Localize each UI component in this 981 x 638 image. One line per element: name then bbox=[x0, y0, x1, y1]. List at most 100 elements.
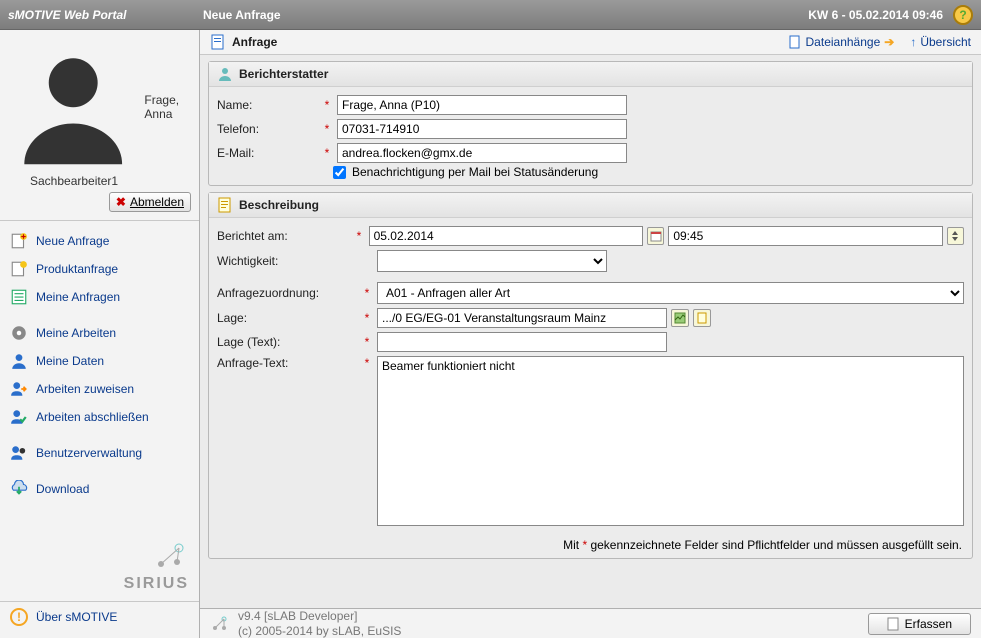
nav-label: Meine Anfragen bbox=[36, 290, 120, 304]
notify-checkbox[interactable] bbox=[333, 166, 346, 179]
email-input[interactable] bbox=[337, 143, 627, 163]
logout-button[interactable]: ✖ Abmelden bbox=[109, 192, 191, 212]
my-requests-icon bbox=[10, 288, 28, 306]
location-input[interactable] bbox=[377, 308, 667, 328]
required-marker: * bbox=[361, 356, 373, 370]
download-icon bbox=[10, 480, 28, 498]
description-panel: Beschreibung Berichtet am: * bbox=[208, 192, 973, 559]
sidebar: Frage, Anna Sachbearbeiter1 ✖ Abmelden N… bbox=[0, 30, 200, 638]
location-label: Lage: bbox=[217, 311, 357, 325]
name-label: Name: bbox=[217, 98, 317, 112]
nav: Neue Anfrage Produktanfrage Meine Anfrag… bbox=[0, 221, 199, 509]
overview-button[interactable]: ↑ Übersicht bbox=[910, 35, 971, 49]
nav-label: Benutzerverwaltung bbox=[36, 446, 142, 460]
description-title: Beschreibung bbox=[239, 198, 319, 212]
nav-label: Download bbox=[36, 482, 89, 496]
assignment-select[interactable]: A01 - Anfragen aller Art bbox=[377, 282, 964, 304]
toolbar: Anfrage Dateianhänge ➔ ↑ Übersicht bbox=[200, 30, 981, 55]
submit-label: Erfassen bbox=[905, 617, 952, 631]
arrow-right-icon: ➔ bbox=[884, 35, 894, 49]
required-marker: * bbox=[361, 335, 373, 349]
location-text-label: Lage (Text): bbox=[217, 335, 357, 349]
portal-name: sMOTIVE Web Portal bbox=[8, 8, 203, 22]
sidebar-item-meine-daten[interactable]: Meine Daten bbox=[0, 347, 199, 375]
footer: v9.4 [sLAB Developer] (c) 2005-2014 by s… bbox=[200, 608, 981, 638]
sidebar-item-neue-anfrage[interactable]: Neue Anfrage bbox=[0, 227, 199, 255]
sidebar-item-meine-arbeiten[interactable]: Meine Arbeiten bbox=[0, 319, 199, 347]
person-icon bbox=[217, 66, 233, 82]
email-label: E-Mail: bbox=[217, 146, 317, 160]
location-text-input[interactable] bbox=[377, 332, 667, 352]
user-box: Frage, Anna Sachbearbeiter1 ✖ Abmelden bbox=[0, 36, 199, 221]
nav-label: Neue Anfrage bbox=[36, 234, 109, 248]
notify-label: Benachrichtigung per Mail bei Statusände… bbox=[352, 165, 598, 179]
reported-date-input[interactable] bbox=[369, 226, 644, 246]
nav-label: Produktanfrage bbox=[36, 262, 118, 276]
reporter-panel: Berichterstatter Name: * Telefon: * bbox=[208, 61, 973, 186]
phone-label: Telefon: bbox=[217, 122, 317, 136]
logout-label: Abmelden bbox=[130, 195, 184, 209]
page-title: Neue Anfrage bbox=[203, 8, 808, 22]
sidebar-item-arbeiten-zuweisen[interactable]: Arbeiten zuweisen bbox=[0, 375, 199, 403]
new-request-icon bbox=[10, 232, 28, 250]
sidebar-footer: SIRIUS bbox=[0, 534, 199, 601]
sidebar-item-benutzerverwaltung[interactable]: Benutzerverwaltung bbox=[0, 439, 199, 467]
submit-button[interactable]: Erfassen bbox=[868, 613, 971, 635]
reporter-title: Berichterstatter bbox=[239, 67, 328, 81]
form-icon bbox=[210, 34, 226, 50]
sirius-graphic-icon bbox=[149, 542, 189, 572]
svg-text:!: ! bbox=[17, 610, 21, 624]
attachment-icon bbox=[788, 35, 802, 49]
about-link[interactable]: ! Über sMOTIVE bbox=[0, 601, 199, 632]
top-bar: sMOTIVE Web Portal Neue Anfrage KW 6 - 0… bbox=[0, 0, 981, 30]
copyright-label: (c) 2005-2014 by sLAB, EuSIS bbox=[238, 624, 401, 638]
required-marker: * bbox=[321, 146, 333, 160]
date-info: KW 6 - 05.02.2014 09:46 bbox=[808, 8, 943, 22]
nav-label: Arbeiten zuweisen bbox=[36, 382, 134, 396]
name-input[interactable] bbox=[337, 95, 627, 115]
attachments-label: Dateianhänge bbox=[806, 35, 881, 49]
priority-select[interactable] bbox=[377, 250, 607, 272]
required-hint: Mit * gekennzeichnete Felder sind Pflich… bbox=[209, 534, 972, 558]
time-stepper-icon[interactable] bbox=[947, 227, 964, 245]
user-icon bbox=[8, 42, 138, 172]
info-icon: ! bbox=[10, 608, 28, 626]
toolbar-title: Anfrage bbox=[232, 35, 277, 49]
close-jobs-icon bbox=[10, 408, 28, 426]
calendar-icon[interactable] bbox=[647, 227, 664, 245]
required-marker: * bbox=[353, 229, 364, 243]
overview-label: Übersicht bbox=[920, 35, 971, 49]
sidebar-item-meine-anfragen[interactable]: Meine Anfragen bbox=[0, 283, 199, 311]
request-text-input[interactable]: Beamer funktioniert nicht bbox=[377, 356, 964, 526]
reported-time-input[interactable] bbox=[668, 226, 943, 246]
save-icon bbox=[887, 617, 899, 631]
location-picker-icon[interactable] bbox=[671, 309, 689, 327]
attachments-button[interactable]: Dateianhänge ➔ bbox=[788, 35, 895, 49]
my-jobs-icon bbox=[10, 324, 28, 342]
version-label: v9.4 [sLAB Developer] bbox=[238, 609, 401, 623]
assign-jobs-icon bbox=[10, 380, 28, 398]
nav-label: Meine Daten bbox=[36, 354, 104, 368]
nav-label: Arbeiten abschließen bbox=[36, 410, 149, 424]
user-name: Frage, Anna bbox=[144, 93, 191, 121]
user-role: Sachbearbeiter1 bbox=[30, 174, 191, 188]
required-marker: * bbox=[321, 98, 333, 112]
arrow-up-icon: ↑ bbox=[910, 35, 916, 49]
help-icon[interactable]: ? bbox=[953, 5, 973, 25]
nav-label: Meine Arbeiten bbox=[36, 326, 116, 340]
sidebar-item-arbeiten-abschliessen[interactable]: Arbeiten abschließen bbox=[0, 403, 199, 431]
phone-input[interactable] bbox=[337, 119, 627, 139]
brand-label: SIRIUS bbox=[10, 575, 189, 593]
about-label: Über sMOTIVE bbox=[36, 610, 117, 624]
user-admin-icon bbox=[10, 444, 28, 462]
sidebar-item-produktanfrage[interactable]: Produktanfrage bbox=[0, 255, 199, 283]
required-marker: * bbox=[321, 122, 333, 136]
sidebar-item-download[interactable]: Download bbox=[0, 475, 199, 503]
assignment-label: Anfragezuordnung: bbox=[217, 286, 357, 300]
close-icon: ✖ bbox=[116, 195, 126, 209]
required-marker: * bbox=[361, 286, 373, 300]
priority-label: Wichtigkeit: bbox=[217, 254, 357, 268]
sirius-logo-icon bbox=[210, 614, 230, 634]
document-icon bbox=[217, 197, 233, 213]
location-clear-icon[interactable] bbox=[693, 309, 711, 327]
